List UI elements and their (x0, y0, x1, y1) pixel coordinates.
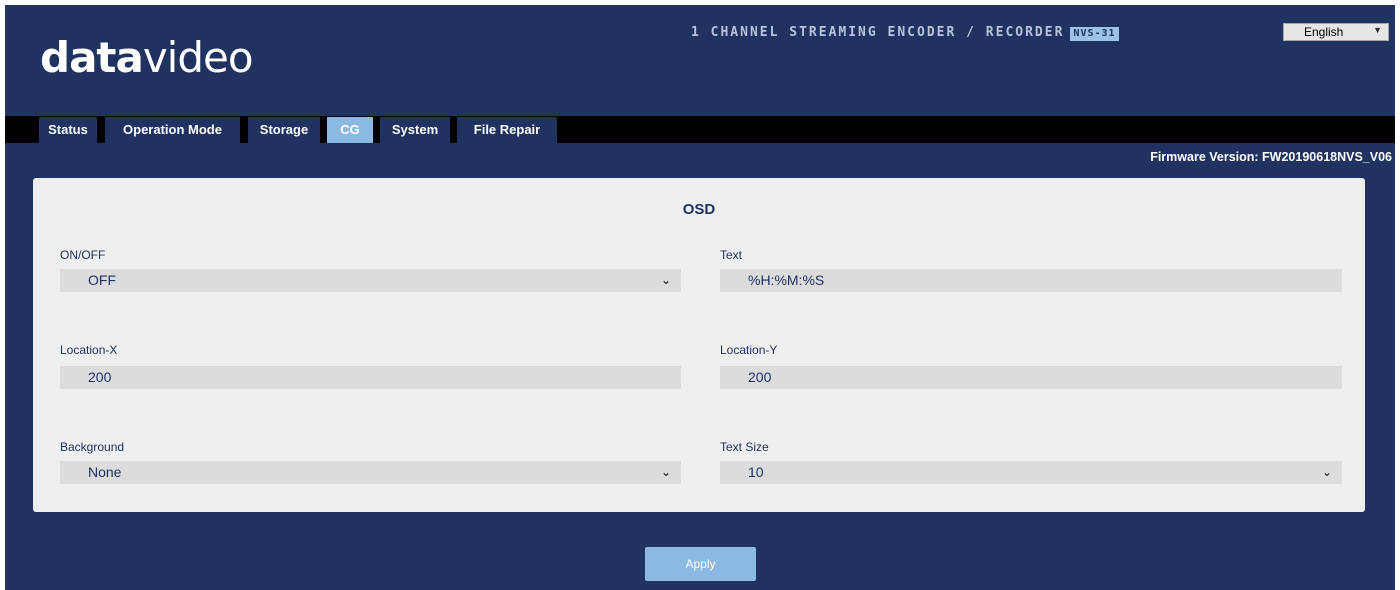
location-y-label: Location-Y (720, 343, 778, 357)
tab-system[interactable]: System (380, 117, 450, 143)
onoff-value: OFF (88, 272, 116, 288)
nav-bar: Status Operation Mode Storage CG System … (5, 116, 1395, 143)
chevron-down-icon: ⌄ (660, 465, 671, 479)
product-title-text: 1 CHANNEL STREAMING ENCODER / RECORDER (691, 25, 1065, 40)
chevron-down-icon: ⌄ (660, 273, 671, 287)
text-input[interactable]: %H:%M:%S (720, 269, 1342, 292)
model-badge: NVS-31 (1070, 27, 1119, 41)
app-frame: datavideo 1 CHANNEL STREAMING ENCODER / … (5, 5, 1395, 590)
panel-title: OSD (682, 201, 716, 218)
location-x-input[interactable]: 200 (60, 366, 681, 389)
datavideo-logo: datavideo (40, 33, 254, 82)
location-y-input[interactable]: 200 (720, 366, 1342, 389)
firmware-version: Firmware Version: FW20190618NVS_V06 (1150, 150, 1392, 164)
background-label: Background (60, 440, 125, 454)
product-title: 1 CHANNEL STREAMING ENCODER / RECORDER NV… (691, 25, 1119, 41)
text-size-select[interactable]: 10 ⌄ (720, 461, 1342, 484)
tab-storage[interactable]: Storage (248, 117, 320, 143)
text-size-label: Text Size (720, 440, 769, 454)
tab-file-repair[interactable]: File Repair (457, 117, 557, 143)
language-value: English (1304, 25, 1344, 39)
text-size-value: 10 (748, 464, 764, 480)
osd-panel: OSD ON/OFF OFF ⌄ Text %H:%M:%S Location-… (33, 178, 1365, 512)
logo-thin-text: video (142, 33, 254, 82)
background-select[interactable]: None ⌄ (60, 461, 681, 484)
chevron-down-icon: ▼ (1373, 25, 1382, 35)
language-select[interactable]: English ▼ (1283, 23, 1389, 41)
onoff-select[interactable]: OFF ⌄ (60, 269, 681, 292)
location-x-label: Location-X (60, 343, 118, 357)
logo-bold-text: data (40, 33, 144, 82)
tab-operation-mode[interactable]: Operation Mode (105, 117, 240, 143)
chevron-down-icon: ⌄ (1321, 465, 1332, 479)
apply-button[interactable]: Apply (645, 547, 756, 581)
tab-status[interactable]: Status (39, 117, 97, 143)
tab-cg[interactable]: CG (327, 117, 373, 143)
onoff-label: ON/OFF (60, 248, 106, 262)
background-value: None (88, 464, 122, 480)
text-label: Text (720, 248, 743, 262)
